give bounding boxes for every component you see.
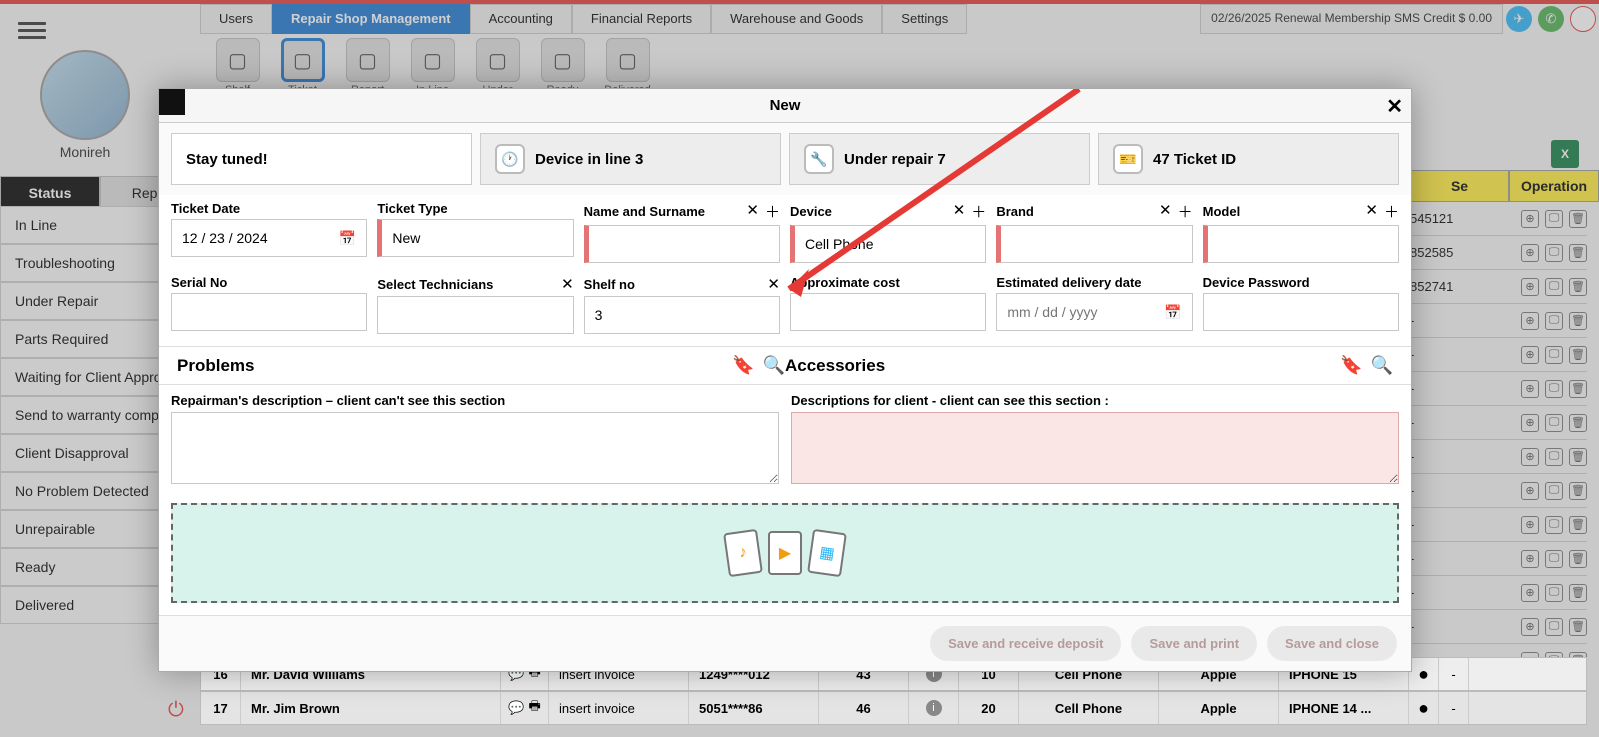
clear-icon[interactable]: ✕ bbox=[953, 201, 966, 222]
stage-ticket-id[interactable]: 🎫47 Ticket ID bbox=[1098, 133, 1399, 185]
clear-icon[interactable]: ✕ bbox=[767, 275, 780, 293]
search-icon[interactable]: 🔍 bbox=[763, 355, 785, 376]
clear-icon[interactable]: ✕ bbox=[1365, 201, 1378, 222]
stage-in-line[interactable]: 🕐Device in line 3 bbox=[480, 133, 781, 185]
approx-cost-input[interactable] bbox=[790, 293, 986, 331]
ticket-type-input[interactable]: New bbox=[377, 219, 573, 257]
bookmark-icon[interactable]: 🔖 bbox=[1340, 355, 1362, 376]
ticket-date-input[interactable]: 12 / 23 / 2024📅 bbox=[171, 219, 367, 257]
ticket-type-label: Ticket Type bbox=[377, 201, 573, 216]
add-icon[interactable]: ＋ bbox=[971, 201, 986, 222]
add-icon[interactable]: ＋ bbox=[1178, 201, 1193, 222]
save-receive-deposit-button[interactable]: Save and receive deposit bbox=[930, 626, 1121, 661]
name-surname-input[interactable] bbox=[584, 225, 780, 263]
repairman-desc-label: Repairman's description – client can't s… bbox=[171, 393, 779, 408]
serial-no-label: Serial No bbox=[171, 275, 367, 290]
client-desc-input[interactable] bbox=[791, 412, 1399, 484]
clear-icon[interactable]: ✕ bbox=[1159, 201, 1172, 222]
ticket-date-label: Ticket Date bbox=[171, 201, 367, 216]
est-delivery-label: Estimated delivery date bbox=[996, 275, 1192, 290]
chat-icon[interactable]: 💬 bbox=[508, 700, 524, 716]
wrench-icon: 🔧 bbox=[804, 144, 834, 174]
modal-handle[interactable] bbox=[159, 89, 185, 115]
client-desc-label: Descriptions for client - client can see… bbox=[791, 393, 1399, 408]
print-icon[interactable]: 🖶 bbox=[528, 697, 540, 719]
shelf-no-input[interactable]: 3 bbox=[584, 296, 780, 334]
modal-title: New bbox=[770, 97, 801, 114]
modal-title-bar: New ✕ bbox=[159, 89, 1411, 123]
device-label: Device✕＋ bbox=[790, 201, 986, 222]
file-dropzone[interactable]: ♪ ▶ ▦ bbox=[171, 503, 1399, 603]
calendar-icon[interactable]: 📅 bbox=[1164, 304, 1181, 321]
save-print-button[interactable]: Save and print bbox=[1131, 626, 1257, 661]
clock-icon: 🕐 bbox=[495, 144, 525, 174]
model-input[interactable] bbox=[1203, 225, 1399, 263]
brand-label: Brand✕＋ bbox=[996, 201, 1192, 222]
stage-under-repair[interactable]: 🔧Under repair 7 bbox=[789, 133, 1090, 185]
clear-icon[interactable]: ✕ bbox=[746, 201, 759, 222]
new-ticket-modal: New ✕ Stay tuned! 🕐Device in line 3 🔧Und… bbox=[158, 88, 1412, 672]
close-icon[interactable]: ✕ bbox=[1386, 94, 1403, 119]
problems-heading: Problems bbox=[177, 356, 254, 376]
search-icon[interactable]: 🔍 bbox=[1371, 355, 1393, 376]
model-label: Model✕＋ bbox=[1203, 201, 1399, 222]
clear-icon[interactable]: ✕ bbox=[561, 275, 574, 293]
accessories-heading: Accessories bbox=[785, 356, 885, 376]
table-row[interactable]: 17Mr. Jim Brown💬🖶insert invoice5051****8… bbox=[200, 691, 1587, 725]
device-pwd-label: Device Password bbox=[1203, 275, 1399, 290]
calendar-icon[interactable]: 📅 bbox=[339, 230, 356, 247]
repairman-desc-input[interactable] bbox=[171, 412, 779, 484]
info-icon[interactable]: i bbox=[926, 700, 942, 716]
name-surname-label: Name and Surname✕＋ bbox=[584, 201, 780, 222]
file-icon: ♪ bbox=[723, 529, 763, 577]
select-tech-label: Select Technicians✕ bbox=[377, 275, 573, 293]
stage-stay-tuned[interactable]: Stay tuned! bbox=[171, 133, 472, 185]
add-icon[interactable]: ＋ bbox=[765, 201, 780, 222]
approx-cost-label: Approximate cost bbox=[790, 275, 986, 290]
select-tech-input[interactable] bbox=[377, 296, 573, 334]
add-icon[interactable]: ＋ bbox=[1384, 201, 1399, 222]
device-pwd-input[interactable] bbox=[1203, 293, 1399, 331]
est-delivery-input[interactable]: 📅 bbox=[996, 293, 1192, 331]
file-icon: ▶ bbox=[768, 531, 802, 575]
serial-no-input[interactable] bbox=[171, 293, 367, 331]
save-close-button[interactable]: Save and close bbox=[1267, 626, 1397, 661]
device-input[interactable]: Cell Phone bbox=[790, 225, 986, 263]
shelf-no-label: Shelf no✕ bbox=[584, 275, 780, 293]
bookmark-icon[interactable]: 🔖 bbox=[732, 355, 754, 376]
ticket-icon: 🎫 bbox=[1113, 144, 1143, 174]
file-icon: ▦ bbox=[807, 529, 847, 577]
brand-input[interactable] bbox=[996, 225, 1192, 263]
